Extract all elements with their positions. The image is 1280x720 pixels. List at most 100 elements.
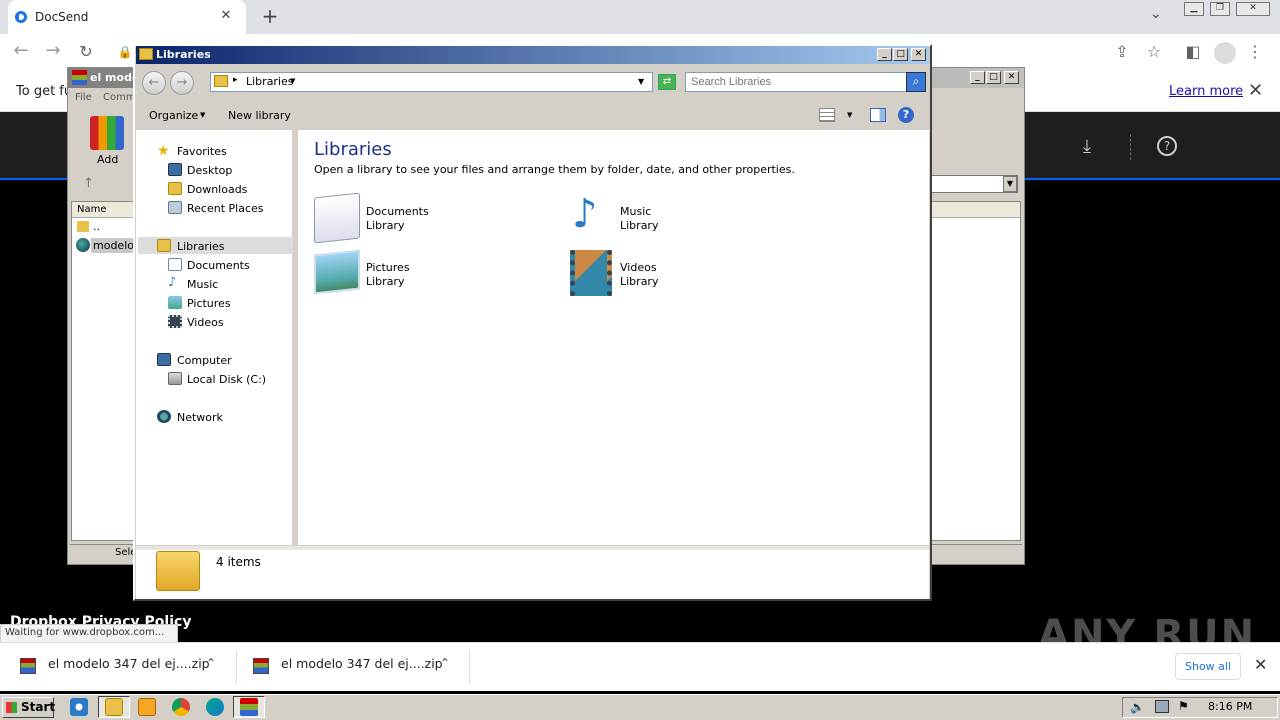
reload-icon[interactable]: ↻	[75, 41, 97, 63]
winrar-title: el mode	[90, 71, 140, 84]
explorer-folder-icon	[105, 698, 123, 716]
forward-arrow-icon[interactable]: →	[42, 41, 64, 63]
library-pictures-name[interactable]: Pictures	[366, 261, 410, 275]
tab-close-button[interactable]: ✕	[217, 7, 235, 25]
libraries-titlebar	[136, 46, 929, 64]
library-documents-name[interactable]: Documents	[366, 205, 429, 219]
download-separator	[469, 650, 470, 684]
winrar-close-button[interactable]: ✕	[1004, 71, 1019, 84]
learn-more-link[interactable]: Learn more	[1169, 84, 1243, 99]
download-item-1-chevron-icon[interactable]: ⌃	[206, 656, 216, 670]
new-library-button[interactable]: New library	[228, 109, 291, 122]
nav-videos[interactable]: Videos	[187, 316, 224, 329]
header-divider	[1130, 134, 1131, 160]
nav-pictures[interactable]: Pictures	[187, 297, 231, 310]
preview-pane-icon[interactable]	[870, 108, 886, 122]
organize-dropdown-icon[interactable]: ▼	[200, 111, 205, 119]
content-heading: Libraries	[314, 139, 392, 160]
browser-close-button[interactable]: ✕	[1236, 2, 1270, 16]
view-dropdown-icon[interactable]: ▼	[847, 111, 852, 119]
change-view-icon[interactable]	[819, 108, 835, 122]
organize-button[interactable]: Organize	[149, 109, 198, 122]
videos-nav-icon	[168, 315, 182, 328]
desktop-icon	[168, 163, 182, 176]
winrar-up-arrow-icon[interactable]: ↑	[83, 176, 94, 191]
libraries-large-icon	[156, 551, 200, 591]
media-player-icon[interactable]	[138, 698, 156, 716]
winrar-column-name[interactable]: Name	[77, 204, 107, 215]
address-text[interactable]: Libraries	[246, 75, 294, 88]
info-bar-close-button[interactable]: ✕	[1248, 80, 1263, 101]
taskbar-clock[interactable]: 8:16 PM	[1208, 700, 1252, 713]
refresh-icon[interactable]: ⇄	[658, 74, 676, 90]
downloads-close-button[interactable]: ✕	[1254, 655, 1267, 674]
download-item-2[interactable]: el modelo 347 del ej....zip	[281, 656, 443, 671]
nav-libraries[interactable]: Libraries	[177, 240, 225, 253]
libraries-minimize-button[interactable]: _	[877, 48, 892, 61]
bookmark-star-icon[interactable]: ☆	[1143, 41, 1165, 63]
search-input[interactable]	[685, 72, 907, 92]
speaker-icon[interactable]: 🔈	[1130, 700, 1145, 714]
nav-documents[interactable]: Documents	[187, 259, 250, 272]
docsend-favicon-icon	[15, 11, 27, 23]
explorer-forward-icon[interactable]: →	[170, 71, 194, 95]
videos-library-icon[interactable]	[570, 250, 612, 296]
winrar-add-label: Add	[97, 153, 119, 166]
chrome-icon[interactable]	[172, 698, 190, 716]
winrar-combo-dropdown-icon[interactable]: ▼	[1003, 176, 1017, 192]
winrar-add-icon[interactable]	[90, 116, 124, 150]
libraries-maximize-button[interactable]: □	[893, 48, 908, 61]
new-tab-button[interactable]: +	[258, 5, 282, 29]
documents-library-icon[interactable]	[314, 192, 360, 244]
nav-downloads[interactable]: Downloads	[187, 183, 247, 196]
address-chevron-icon[interactable]: ▸	[233, 75, 238, 85]
browser-status-bubble: Waiting for www.dropbox.com...	[0, 624, 178, 643]
winrar-menu-commands[interactable]: Comm	[103, 92, 136, 103]
windows-logo-icon	[6, 702, 17, 713]
taskbar	[0, 694, 1280, 720]
nav-computer[interactable]: Computer	[177, 354, 232, 367]
music-library-icon[interactable]: ♪	[572, 191, 598, 237]
back-arrow-icon[interactable]: ←	[10, 41, 32, 63]
winrar-maximize-button[interactable]: □	[986, 71, 1001, 84]
profile-avatar-icon[interactable]	[1214, 42, 1236, 64]
winrar-menu-file[interactable]: File	[75, 92, 92, 103]
library-music-name[interactable]: Music	[620, 205, 651, 219]
explorer-back-icon[interactable]: ←	[142, 71, 166, 95]
address-crumb-dropdown-icon[interactable]: ▼	[290, 77, 295, 85]
download-item-2-chevron-icon[interactable]: ⌃	[440, 656, 450, 670]
winrar-minimize-button[interactable]: _	[970, 71, 985, 84]
winrar-row-parent[interactable]: ..	[93, 220, 100, 233]
network-tray-icon[interactable]	[1155, 700, 1169, 713]
nav-network[interactable]: Network	[177, 411, 223, 424]
tab-search-chevron-icon[interactable]: ⌄	[1150, 6, 1162, 22]
pictures-nav-icon	[168, 296, 182, 309]
nav-music[interactable]: Music	[187, 278, 218, 291]
share-icon[interactable]: ⇪	[1111, 41, 1133, 63]
ie-icon[interactable]	[70, 698, 88, 716]
address-history-dropdown-icon[interactable]: ▼	[638, 77, 644, 86]
download-item-1[interactable]: el modelo 347 del ej....zip	[48, 656, 210, 671]
nav-recent-places[interactable]: Recent Places	[187, 202, 264, 215]
help-question-icon[interactable]: ?	[898, 107, 914, 123]
pictures-library-icon[interactable]	[314, 249, 360, 295]
local-disk-icon	[168, 372, 182, 385]
nav-favorites[interactable]: Favorites	[177, 145, 227, 158]
library-videos-name[interactable]: Videos	[620, 261, 657, 275]
nav-desktop[interactable]: Desktop	[187, 164, 232, 177]
browser-minimize-button[interactable]: ▁	[1184, 2, 1204, 16]
download-icon[interactable]: ⤓	[1083, 136, 1091, 157]
browser-maximize-button[interactable]: ❐	[1210, 2, 1230, 16]
side-panel-icon[interactable]: ◧	[1182, 41, 1204, 63]
action-center-flag-icon[interactable]: ⚑	[1178, 699, 1189, 713]
search-icon[interactable]: ⌕	[906, 72, 926, 92]
libraries-nav-icon	[157, 239, 171, 252]
edge-icon[interactable]	[206, 698, 224, 716]
library-music-type: Library	[620, 219, 659, 232]
libraries-close-button[interactable]: ✕	[911, 48, 926, 61]
music-nav-icon: ♪	[168, 275, 177, 290]
show-all-button[interactable]: Show all	[1175, 653, 1241, 680]
help-icon[interactable]: ?	[1157, 136, 1177, 156]
menu-kebab-icon[interactable]: ⋮	[1244, 41, 1266, 63]
nav-local-disk[interactable]: Local Disk (C:)	[187, 373, 266, 386]
